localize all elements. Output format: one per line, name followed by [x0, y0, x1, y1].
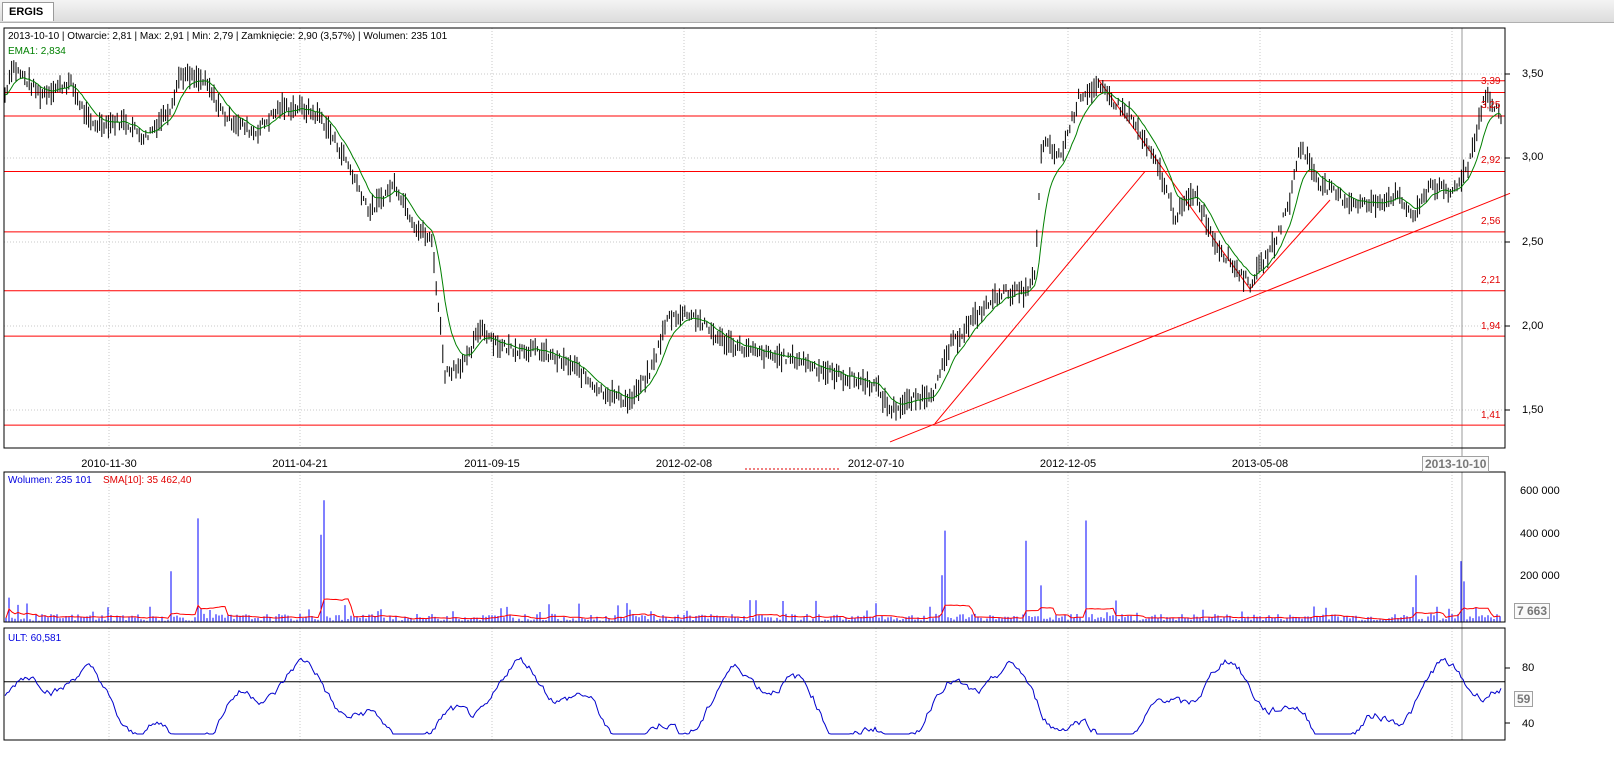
level-label: 1,94 — [1481, 321, 1501, 332]
volume-cursor-value: 7 663 — [1514, 603, 1551, 619]
volume-tick: 400 000 — [1520, 528, 1560, 540]
date-tick: 2011-09-15 — [464, 458, 520, 470]
chart-area[interactable] — [0, 22, 1614, 769]
date-tick: 2013-05-08 — [1231, 458, 1289, 470]
price-tick: 1,50 — [1522, 404, 1544, 416]
ult-line — [4, 656, 1502, 735]
ult-cursor-value: 59 — [1514, 691, 1534, 707]
trend-line — [934, 171, 1146, 424]
level-label: 3,25 — [1481, 100, 1501, 111]
volume-tick: 200 000 — [1520, 570, 1560, 582]
price-panel-frame — [3, 27, 1506, 449]
date-tick: 2012-07-10 — [847, 458, 905, 470]
price-tick: 3,50 — [1522, 68, 1544, 80]
ult-legend: ULT: 60,581 — [8, 633, 62, 644]
tab-ergis[interactable]: ERGIS — [2, 2, 54, 21]
level-label: 2,21 — [1481, 275, 1501, 286]
trend-line — [889, 192, 1511, 443]
cursor-date-label: 2013-10-10 — [1422, 456, 1490, 472]
date-tick: 2010-11-30 — [81, 458, 137, 470]
level-label: 3,39 — [1481, 76, 1501, 87]
sma-line — [5, 598, 1500, 621]
tab-bar: ERGIS — [0, 0, 1614, 23]
level-label: 2,56 — [1481, 216, 1501, 227]
price-tick: 3,00 — [1522, 151, 1544, 163]
date-tick: 2012-12-05 — [1039, 458, 1097, 470]
sma-legend: SMA[10]: 35 462,40 — [103, 475, 192, 486]
ema-legend: EMA1: 2,834 — [8, 46, 66, 57]
header-info: 2013-10-10 | Otwarcie: 2,81 | Max: 2,91 … — [8, 31, 448, 42]
ult-tick: 40 — [1522, 718, 1535, 730]
volume-tick: 600 000 — [1520, 485, 1560, 497]
level-label: 2,92 — [1481, 155, 1501, 166]
price-tick: 2,50 — [1522, 236, 1544, 248]
price-tick: 2,00 — [1522, 320, 1544, 332]
level-label: 1,41 — [1481, 410, 1501, 421]
ult-tick: 80 — [1522, 662, 1535, 674]
date-tick: 2012-02-08 — [655, 458, 713, 470]
volume-legend: Wolumen: 235 101 — [8, 475, 92, 486]
volume-panel-frame — [3, 471, 1506, 623]
date-tick: 2011-04-21 — [272, 458, 328, 470]
